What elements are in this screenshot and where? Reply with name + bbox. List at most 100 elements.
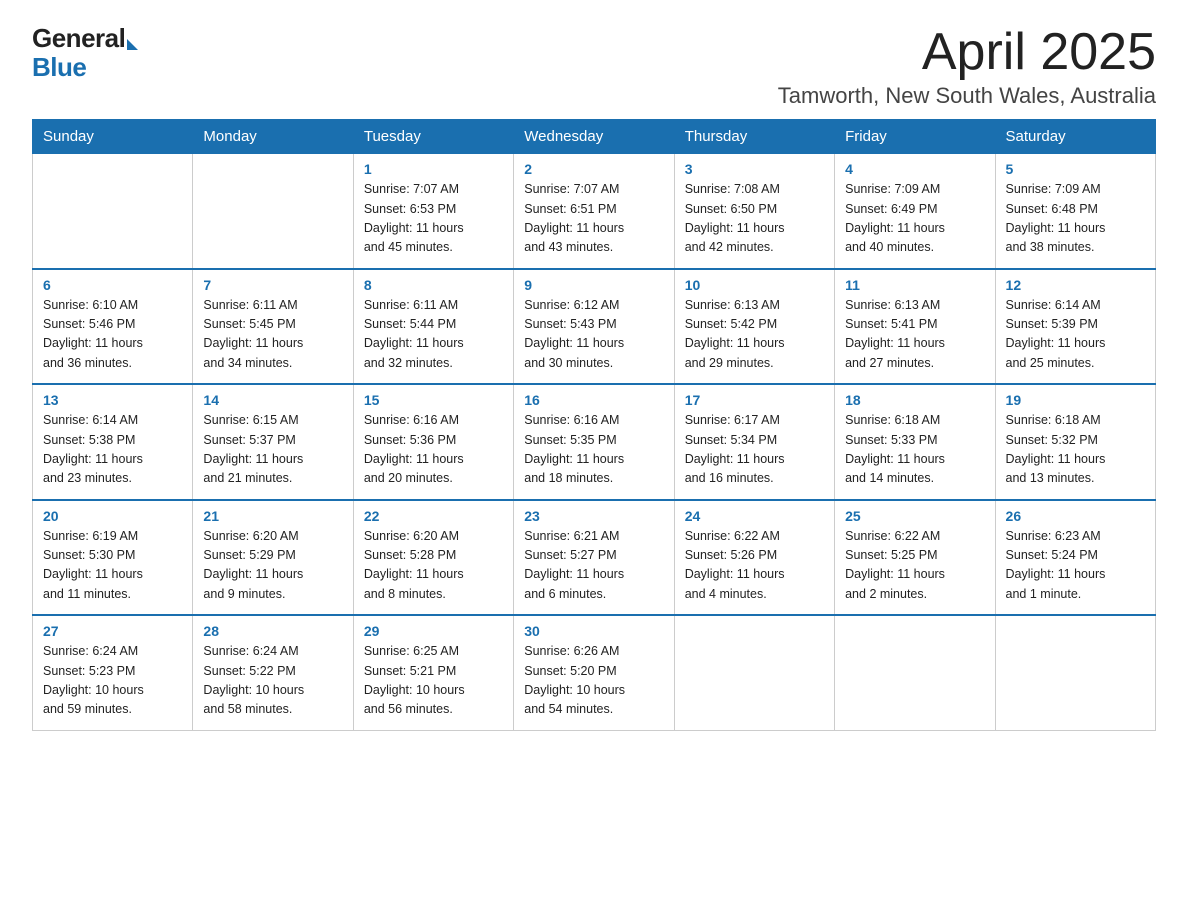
- table-row: [835, 615, 995, 730]
- table-row: 21 Sunrise: 6:20 AM Sunset: 5:29 PM Dayli…: [193, 500, 353, 616]
- day-info: Sunrise: 6:14 AM Sunset: 5:39 PM Dayligh…: [1006, 296, 1145, 374]
- day-info: Sunrise: 6:13 AM Sunset: 5:42 PM Dayligh…: [685, 296, 824, 374]
- table-row: 26 Sunrise: 6:23 AM Sunset: 5:24 PM Dayli…: [995, 500, 1155, 616]
- table-row: 7Sunrise: 6:11 AM Sunset: 5:45 PM Daylig…: [193, 269, 353, 385]
- day-number: 27: [43, 623, 182, 639]
- table-row: 25 Sunrise: 6:22 AM Sunset: 5:25 PM Dayli…: [835, 500, 995, 616]
- table-row: [193, 154, 353, 269]
- day-number: 16: [524, 392, 663, 408]
- table-row: 3Sunrise: 7:08 AM Sunset: 6:50 PM Daylig…: [674, 154, 834, 269]
- calendar-week-row: 13 Sunrise: 6:14 AM Sunset: 5:38 PM Dayli…: [33, 384, 1156, 500]
- day-number: 8: [364, 277, 503, 293]
- day-number: 2: [524, 161, 663, 177]
- logo-blue: Blue: [32, 52, 86, 82]
- day-info: Sunrise: 6:16 AM Sunset: 5:35 PM Dayligh…: [524, 411, 663, 489]
- col-tuesday: Tuesday: [353, 120, 513, 154]
- day-info: Sunrise: 6:15 AM Sunset: 5:37 PM Dayligh…: [203, 411, 342, 489]
- day-number: 10: [685, 277, 824, 293]
- calendar-table: Sunday Monday Tuesday Wednesday Thursday…: [32, 119, 1156, 731]
- day-info: Sunrise: 6:23 AM Sunset: 5:24 PM Dayligh…: [1006, 527, 1145, 605]
- table-row: 10 Sunrise: 6:13 AM Sunset: 5:42 PM Dayli…: [674, 269, 834, 385]
- day-info: Sunrise: 7:07 AM Sunset: 6:51 PM Dayligh…: [524, 180, 663, 258]
- day-info: Sunrise: 6:18 AM Sunset: 5:33 PM Dayligh…: [845, 411, 984, 489]
- day-number: 9: [524, 277, 663, 293]
- table-row: 20Sunrise: 6:19 AM Sunset: 5:30 PM Dayli…: [33, 500, 193, 616]
- logo-arrow-icon: [127, 39, 138, 50]
- table-row: 23 Sunrise: 6:21 AM Sunset: 5:27 PM Dayli…: [514, 500, 674, 616]
- day-info: Sunrise: 6:18 AM Sunset: 5:32 PM Dayligh…: [1006, 411, 1145, 489]
- day-number: 11: [845, 277, 984, 293]
- day-number: 25: [845, 508, 984, 524]
- page-subtitle: Tamworth, New South Wales, Australia: [778, 83, 1156, 109]
- day-info: Sunrise: 6:22 AM Sunset: 5:25 PM Dayligh…: [845, 527, 984, 605]
- col-saturday: Saturday: [995, 120, 1155, 154]
- day-number: 20: [43, 508, 182, 524]
- table-row: 5 Sunrise: 7:09 AM Sunset: 6:48 PM Daylig…: [995, 154, 1155, 269]
- day-info: Sunrise: 6:20 AM Sunset: 5:28 PM Dayligh…: [364, 527, 503, 605]
- day-info: Sunrise: 6:20 AM Sunset: 5:29 PM Dayligh…: [203, 527, 342, 605]
- table-row: 9 Sunrise: 6:12 AM Sunset: 5:43 PM Daylig…: [514, 269, 674, 385]
- calendar-week-row: 20Sunrise: 6:19 AM Sunset: 5:30 PM Dayli…: [33, 500, 1156, 616]
- table-row: 19 Sunrise: 6:18 AM Sunset: 5:32 PM Dayli…: [995, 384, 1155, 500]
- day-number: 7: [203, 277, 342, 293]
- day-info: Sunrise: 6:10 AM Sunset: 5:46 PM Dayligh…: [43, 296, 182, 374]
- table-row: 11 Sunrise: 6:13 AM Sunset: 5:41 PM Dayli…: [835, 269, 995, 385]
- table-row: 13 Sunrise: 6:14 AM Sunset: 5:38 PM Dayli…: [33, 384, 193, 500]
- day-info: Sunrise: 6:16 AM Sunset: 5:36 PM Dayligh…: [364, 411, 503, 489]
- day-number: 18: [845, 392, 984, 408]
- day-number: 15: [364, 392, 503, 408]
- header: General Blue April 2025 Tamworth, New So…: [32, 24, 1156, 109]
- day-number: 13: [43, 392, 182, 408]
- page-title: April 2025: [778, 24, 1156, 81]
- day-info: Sunrise: 6:24 AM Sunset: 5:23 PM Dayligh…: [43, 642, 182, 720]
- day-info: Sunrise: 6:14 AM Sunset: 5:38 PM Dayligh…: [43, 411, 182, 489]
- table-row: 16 Sunrise: 6:16 AM Sunset: 5:35 PM Dayli…: [514, 384, 674, 500]
- day-number: 17: [685, 392, 824, 408]
- day-number: 24: [685, 508, 824, 524]
- day-info: Sunrise: 7:09 AM Sunset: 6:48 PM Dayligh…: [1006, 180, 1145, 258]
- day-info: Sunrise: 6:12 AM Sunset: 5:43 PM Dayligh…: [524, 296, 663, 374]
- table-row: 24Sunrise: 6:22 AM Sunset: 5:26 PM Dayli…: [674, 500, 834, 616]
- day-info: Sunrise: 6:21 AM Sunset: 5:27 PM Dayligh…: [524, 527, 663, 605]
- day-number: 22: [364, 508, 503, 524]
- table-row: 15 Sunrise: 6:16 AM Sunset: 5:36 PM Dayli…: [353, 384, 513, 500]
- calendar-week-row: 6 Sunrise: 6:10 AM Sunset: 5:46 PM Daylig…: [33, 269, 1156, 385]
- day-number: 14: [203, 392, 342, 408]
- col-thursday: Thursday: [674, 120, 834, 154]
- col-friday: Friday: [835, 120, 995, 154]
- day-number: 28: [203, 623, 342, 639]
- day-info: Sunrise: 6:26 AM Sunset: 5:20 PM Dayligh…: [524, 642, 663, 720]
- day-number: 4: [845, 161, 984, 177]
- day-number: 1: [364, 161, 503, 177]
- logo-general: General: [32, 23, 125, 53]
- table-row: 2 Sunrise: 7:07 AM Sunset: 6:51 PM Daylig…: [514, 154, 674, 269]
- day-number: 19: [1006, 392, 1145, 408]
- day-info: Sunrise: 6:25 AM Sunset: 5:21 PM Dayligh…: [364, 642, 503, 720]
- title-block: April 2025 Tamworth, New South Wales, Au…: [778, 24, 1156, 109]
- table-row: [674, 615, 834, 730]
- table-row: 8 Sunrise: 6:11 AM Sunset: 5:44 PM Daylig…: [353, 269, 513, 385]
- day-info: Sunrise: 6:11 AM Sunset: 5:44 PM Dayligh…: [364, 296, 503, 374]
- table-row: [33, 154, 193, 269]
- logo: General Blue: [32, 24, 138, 81]
- table-row: 29Sunrise: 6:25 AM Sunset: 5:21 PM Dayli…: [353, 615, 513, 730]
- col-sunday: Sunday: [33, 120, 193, 154]
- day-info: Sunrise: 6:13 AM Sunset: 5:41 PM Dayligh…: [845, 296, 984, 374]
- day-info: Sunrise: 7:07 AM Sunset: 6:53 PM Dayligh…: [364, 180, 503, 258]
- table-row: 14 Sunrise: 6:15 AM Sunset: 5:37 PM Dayli…: [193, 384, 353, 500]
- table-row: 17Sunrise: 6:17 AM Sunset: 5:34 PM Dayli…: [674, 384, 834, 500]
- calendar-week-row: 1 Sunrise: 7:07 AM Sunset: 6:53 PM Daylig…: [33, 154, 1156, 269]
- table-row: [995, 615, 1155, 730]
- day-number: 23: [524, 508, 663, 524]
- table-row: 6 Sunrise: 6:10 AM Sunset: 5:46 PM Daylig…: [33, 269, 193, 385]
- day-number: 6: [43, 277, 182, 293]
- table-row: 27 Sunrise: 6:24 AM Sunset: 5:23 PM Dayli…: [33, 615, 193, 730]
- table-row: 30 Sunrise: 6:26 AM Sunset: 5:20 PM Dayli…: [514, 615, 674, 730]
- table-row: 12Sunrise: 6:14 AM Sunset: 5:39 PM Dayli…: [995, 269, 1155, 385]
- table-row: 28Sunrise: 6:24 AM Sunset: 5:22 PM Dayli…: [193, 615, 353, 730]
- day-number: 30: [524, 623, 663, 639]
- day-number: 5: [1006, 161, 1145, 177]
- day-number: 3: [685, 161, 824, 177]
- day-number: 26: [1006, 508, 1145, 524]
- day-number: 21: [203, 508, 342, 524]
